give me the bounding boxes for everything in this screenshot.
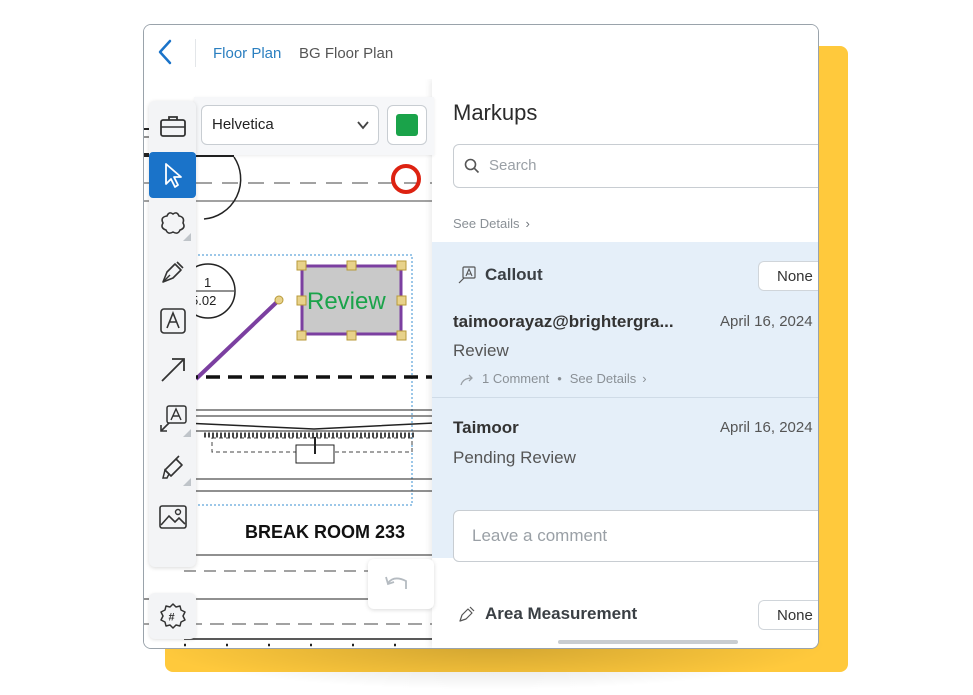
back-button[interactable] <box>152 37 182 67</box>
panel-title: Markups <box>453 100 538 125</box>
chevron-left-icon <box>158 39 172 65</box>
text-tool[interactable] <box>149 298 196 344</box>
status-badge-label: None <box>777 268 813 285</box>
submenu-indicator <box>183 429 191 437</box>
callout-header: Callout <box>458 265 543 285</box>
see-details-label: See Details <box>453 216 520 231</box>
see-details-link[interactable]: See Details › <box>453 216 530 231</box>
comment-text: Review <box>453 341 509 360</box>
status-badge[interactable]: None <box>758 600 818 630</box>
arrow-icon <box>160 358 185 382</box>
pen-icon <box>459 606 475 622</box>
divider <box>432 397 818 398</box>
svg-text:#: # <box>168 612 174 624</box>
settings-icon: # <box>159 603 186 629</box>
comment-author: taimoorayaz@brightergra... <box>453 312 674 331</box>
font-select[interactable]: Helvetica <box>201 105 379 145</box>
select-tool[interactable] <box>149 152 196 198</box>
submenu-indicator <box>183 233 191 241</box>
status-badge-label: None <box>777 607 813 624</box>
comment-count[interactable]: 1 Comment <box>482 371 549 386</box>
area-type: Area Measurement <box>485 604 638 623</box>
search-placeholder: Search <box>489 157 537 174</box>
search-icon <box>464 158 480 174</box>
undo-button[interactable] <box>368 559 434 609</box>
pen-icon <box>161 261 184 283</box>
comment-meta: 1 Comment • See Details › <box>460 371 647 386</box>
area-measurement-header[interactable]: Area Measurement <box>458 604 637 624</box>
image-tool[interactable] <box>149 494 196 540</box>
callout-tool[interactable] <box>149 396 196 442</box>
breadcrumb-floor-plan[interactable]: Floor Plan <box>213 45 281 62</box>
font-value: Helvetica <box>212 116 274 133</box>
settings-tool[interactable]: # <box>149 593 196 639</box>
top-bar: Floor Plan BG Floor Plan <box>144 25 818 79</box>
scrollbar[interactable] <box>558 640 738 644</box>
briefcase-tool[interactable] <box>149 103 196 149</box>
callout-icon <box>458 266 476 284</box>
breadcrumb-current: BG Floor Plan <box>299 45 394 62</box>
undo-icon <box>385 576 407 589</box>
color-swatch <box>396 114 418 136</box>
select-cursor-icon <box>164 163 182 188</box>
comment-date: April 16, 2024 <box>720 313 813 330</box>
comment-input[interactable]: Leave a comment <box>453 510 818 562</box>
arrow-tool[interactable] <box>149 347 196 393</box>
callout-text: Review <box>307 288 386 315</box>
pen-tool[interactable] <box>149 249 196 295</box>
briefcase-icon <box>159 116 186 137</box>
detail-number: 1 <box>204 275 211 290</box>
color-picker-button[interactable] <box>387 105 427 145</box>
text-icon <box>159 308 186 334</box>
divider <box>195 39 196 67</box>
markup-toolbar <box>149 101 196 567</box>
chevron-down-icon <box>357 121 369 130</box>
callout-type: Callout <box>485 265 543 284</box>
comment-placeholder: Leave a comment <box>472 526 608 545</box>
submenu-indicator <box>183 478 191 486</box>
font-toolbar: Helvetica <box>194 97 434 155</box>
reply-author: Taimoor <box>453 418 519 437</box>
search-input[interactable]: Search <box>453 144 818 188</box>
markups-panel: Markups Search See Details › Callout None… <box>432 79 818 648</box>
reply-date: April 16, 2024 <box>720 419 813 436</box>
highlighter-tool[interactable] <box>149 445 196 491</box>
status-badge[interactable]: None <box>758 261 818 291</box>
reply-icon <box>460 374 473 385</box>
room-label: BREAK ROOM 233 <box>245 522 405 542</box>
cloud-tool[interactable] <box>149 200 196 246</box>
image-icon <box>158 505 187 529</box>
reply-text: Pending Review <box>453 448 576 467</box>
app-window: Floor Plan BG Floor Plan 1 5.02 Review B… <box>143 24 819 649</box>
chevron-right-icon: › <box>642 371 647 386</box>
see-details-link[interactable]: See Details <box>570 371 636 386</box>
chevron-right-icon: › <box>525 216 530 231</box>
